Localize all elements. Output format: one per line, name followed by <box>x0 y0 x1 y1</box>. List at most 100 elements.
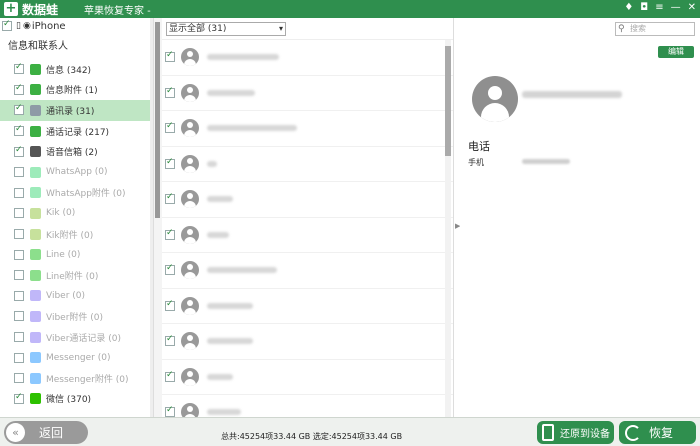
sidebar-item-checkbox[interactable] <box>14 83 24 95</box>
contact-checkbox[interactable] <box>165 50 175 63</box>
double-chevron-left-icon: « <box>6 423 25 442</box>
title-bar: + 数据蛙 苹果恢复专家 - ♦ ◘ ≡ — ✕ <box>0 0 700 18</box>
sidebar-item-checkbox[interactable] <box>14 103 24 116</box>
menu-icon[interactable]: ≡ <box>655 2 663 14</box>
viber-icon <box>30 331 41 343</box>
contact-checkbox[interactable] <box>165 370 175 382</box>
sidebar-item-checkbox[interactable] <box>14 124 24 137</box>
category-sidebar: ▯ ◉ iPhone 信息和联系人 信息 (342) 信息附件 (1) 通讯录 (3… <box>0 18 154 417</box>
minimize-icon[interactable]: — <box>671 2 681 14</box>
device-checkbox[interactable] <box>2 19 12 31</box>
contact-name-blurred <box>207 231 229 238</box>
message-icon <box>30 63 41 75</box>
sidebar-item[interactable]: Messenger (0) <box>0 347 153 368</box>
sidebar-item-label: 通话记录 (217) <box>46 127 110 138</box>
back-button[interactable]: « 返回 <box>4 421 88 444</box>
sidebar-item[interactable]: Kik附件 (0) <box>0 224 153 245</box>
contact-checkbox[interactable] <box>165 192 175 205</box>
contact-row[interactable] <box>162 111 453 147</box>
sidebar-item[interactable]: 信息附件 (1) <box>0 80 153 101</box>
search-input[interactable]: ⚲ 搜索 <box>615 22 695 36</box>
sidebar-item-checkbox[interactable] <box>14 208 24 219</box>
filter-select[interactable]: 显示全部 (31) ▾ <box>166 21 286 36</box>
device-name: iPhone <box>31 20 66 32</box>
sidebar-item[interactable]: 微信 (370) <box>0 389 153 410</box>
sidebar-item-checkbox[interactable] <box>14 167 24 178</box>
sidebar-item[interactable]: Viber通话记录 (0) <box>0 327 153 348</box>
sidebar-item-checkbox[interactable] <box>14 373 24 384</box>
list-scrollbar[interactable] <box>445 40 451 417</box>
sidebar-item-label: 信息附件 (1) <box>46 86 98 97</box>
apple-icon: ◉ <box>22 21 31 31</box>
contact-row[interactable] <box>162 218 453 253</box>
sidebar-item[interactable]: Messenger附件 (0) <box>0 368 153 389</box>
close-icon[interactable]: ✕ <box>688 2 696 14</box>
sidebar-item[interactable]: Viber (0) <box>0 286 153 307</box>
sidebar-item[interactable]: Kik (0) <box>0 203 153 224</box>
sidebar-item-label: Kik附件 (0) <box>46 230 94 241</box>
sidebar-item-checkbox[interactable] <box>14 332 24 343</box>
sidebar-item-label: Viber附件 (0) <box>46 312 104 323</box>
contact-checkbox[interactable] <box>165 299 175 311</box>
sidebar-splitter-scrollbar[interactable] <box>154 18 162 417</box>
whatsapp-icon <box>30 187 41 199</box>
sidebar-item[interactable]: Viber附件 (0) <box>0 306 153 327</box>
sidebar-scrollbar[interactable] <box>150 18 153 417</box>
contact-row[interactable] <box>162 253 453 289</box>
plus-logo-icon: + <box>4 1 18 16</box>
sidebar-item[interactable]: 语音信箱 (2) <box>0 141 153 162</box>
sidebar-item-checkbox[interactable] <box>14 311 24 322</box>
contact-row[interactable] <box>162 289 453 324</box>
contact-row[interactable] <box>162 360 453 395</box>
edit-button[interactable]: 编辑 <box>658 46 694 58</box>
contact-row[interactable] <box>162 76 453 111</box>
contact-checkbox[interactable] <box>165 228 175 240</box>
group-title: 信息和联系人 <box>8 41 68 52</box>
sidebar-item[interactable]: 信息 (342) <box>0 59 153 80</box>
scroll-thumb[interactable] <box>445 46 451 156</box>
contact-checkbox[interactable] <box>165 405 175 417</box>
whatsapp-icon <box>30 166 41 178</box>
contact-checkbox[interactable] <box>165 157 175 169</box>
sidebar-item-checkbox[interactable] <box>14 229 24 240</box>
sidebar-item-checkbox[interactable] <box>14 145 24 157</box>
contact-name-blurred <box>207 409 241 416</box>
totals-text: 总共:45254项33.44 GB 选定:45254项33.44 GB <box>221 432 403 441</box>
contact-row[interactable] <box>162 40 453 76</box>
sidebar-item[interactable]: 通话记录 (217) <box>0 121 153 142</box>
sidebar-item[interactable]: 通讯录 (31) <box>0 100 153 121</box>
contact-checkbox[interactable] <box>165 86 175 98</box>
sidebar-item-label: WhatsApp (0) <box>46 167 108 178</box>
sidebar-item-checkbox[interactable] <box>14 290 24 301</box>
restore-to-device-button[interactable]: 还原到设备 <box>537 421 614 444</box>
sidebar-item[interactable]: Line附件 (0) <box>0 265 153 286</box>
sidebar-item[interactable]: WhatsApp附件 (0) <box>0 183 153 204</box>
sidebar-item-checkbox[interactable] <box>14 249 24 260</box>
sidebar-item-checkbox[interactable] <box>14 392 24 404</box>
sidebar-item[interactable]: WhatsApp (0) <box>0 162 153 183</box>
sidebar-item-checkbox[interactable] <box>14 62 24 75</box>
contact-row[interactable] <box>162 182 453 218</box>
sidebar-item-checkbox[interactable] <box>14 352 24 363</box>
contact-name-blurred <box>207 54 279 61</box>
contact-row[interactable] <box>162 147 453 182</box>
sidebar-item[interactable]: Line (0) <box>0 244 153 265</box>
mobile-label: 手机 <box>468 158 484 167</box>
sidebar-item-checkbox[interactable] <box>14 270 24 281</box>
messenger-icon <box>30 352 41 364</box>
contact-checkbox[interactable] <box>165 121 175 134</box>
feedback-icon[interactable]: ◘ <box>640 2 648 14</box>
device-row[interactable]: ▯ ◉ iPhone <box>0 18 153 34</box>
diamond-icon[interactable]: ♦ <box>624 2 633 14</box>
contact-row[interactable] <box>162 324 453 360</box>
sidebar-item-checkbox[interactable] <box>14 187 24 198</box>
scroll-thumb[interactable] <box>155 22 160 218</box>
contact-name-blurred <box>522 91 622 98</box>
contact-row[interactable] <box>162 395 453 417</box>
phone-heading: 电话 <box>468 140 490 153</box>
contact-checkbox[interactable] <box>165 334 175 347</box>
recover-button[interactable]: 恢复 <box>619 421 696 444</box>
avatar <box>181 403 199 417</box>
contact-checkbox[interactable] <box>165 263 175 276</box>
window-controls: ♦ ◘ ≡ — ✕ <box>624 2 696 14</box>
